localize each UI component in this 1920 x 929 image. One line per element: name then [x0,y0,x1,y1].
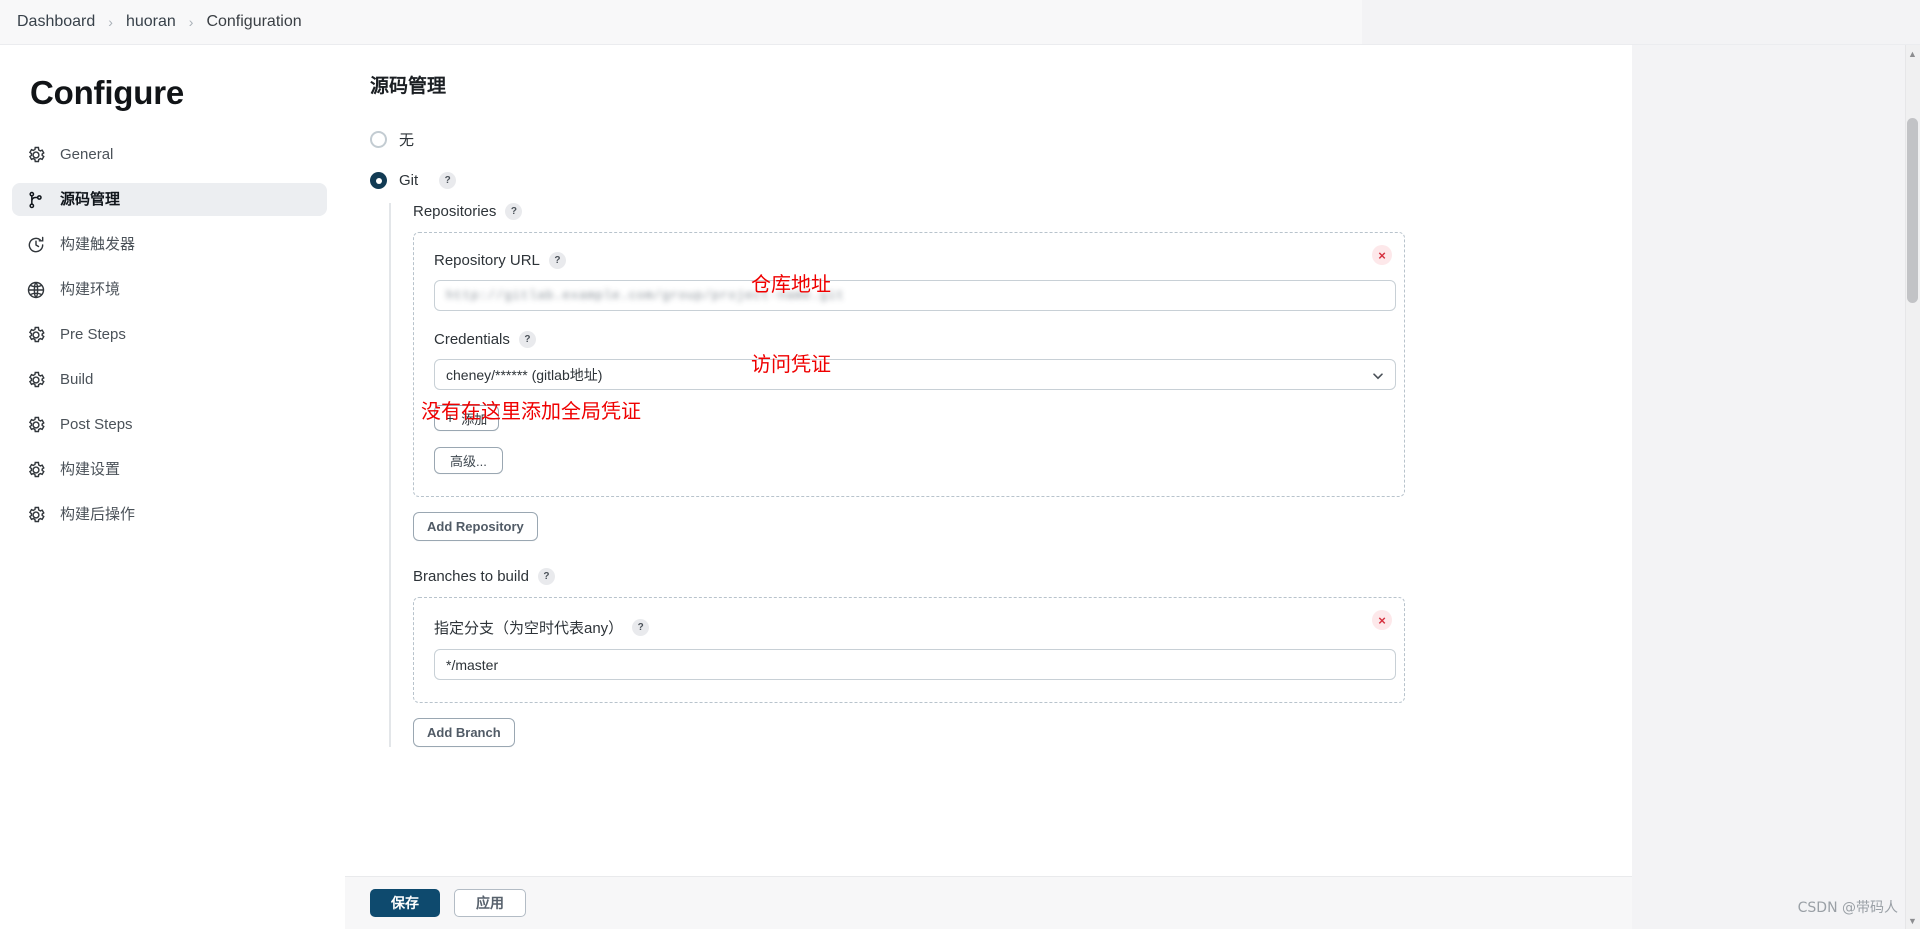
app-window: Dashboard › huoran › Configuration Confi… [0,0,1920,929]
sidebar-item-post-build-actions[interactable]: 构建后操作 [12,498,327,531]
vertical-scrollbar[interactable]: ▲ ▼ [1905,45,1920,929]
remove-repository-button[interactable]: × [1372,245,1392,265]
help-icon-git[interactable]: ? [439,172,457,189]
scrollbar-thumb[interactable] [1907,118,1918,303]
credentials-select-wrap: cheney/****** (gitlab地址) [434,359,1396,390]
breadcrumb-item-huoran[interactable]: huoran [126,13,176,31]
remove-branch-button[interactable]: × [1372,610,1392,630]
git-config-block: Repositories ? × Repository URL ? http:/… [389,203,1414,747]
right-filler-pane [1632,45,1920,929]
sidebar-item-build-triggers[interactable]: 构建触发器 [12,228,327,261]
git-branch-icon [26,190,46,210]
sidebar-item-label: Build [60,371,94,388]
repository-url-input[interactable]: http://gitlab.example.com/group/project-… [434,280,1396,311]
sidebar-item-label: Post Steps [60,416,133,433]
branch-spec-label: 指定分支（为空时代表any） [434,620,624,637]
page-title: Configure [30,74,185,111]
repositories-label: Repositories [413,203,497,220]
repository-url-label-row: Repository URL ? [434,252,1384,269]
sidebar-item-pre-steps[interactable]: Pre Steps [12,318,327,351]
help-icon-repository-url[interactable]: ? [548,252,566,269]
breadcrumb-bar-filler [1362,0,1920,45]
breadcrumb-separator: › [188,14,194,30]
sidebar-item-build[interactable]: Build [12,363,327,396]
credentials-select[interactable]: cheney/****** (gitlab地址) [434,359,1396,390]
sidebar: Configure General 源码管理 构建触发器 构建环境 Pre St… [0,45,345,929]
scm-option-none-label: 无 [399,132,415,149]
scroll-down-icon[interactable]: ▼ [1906,914,1919,927]
branches-label: Branches to build [413,568,529,585]
sidebar-item-build-settings[interactable]: 构建设置 [12,453,327,486]
repositories-label-row: Repositories ? [413,203,1414,220]
help-icon-branches[interactable]: ? [537,568,555,585]
globe-icon [26,280,46,300]
credentials-label: Credentials [434,331,510,348]
gear-icon [26,145,46,165]
sidebar-item-label: 源码管理 [60,191,121,208]
sidebar-item-post-steps[interactable]: Post Steps [12,408,327,441]
breadcrumb-item-dashboard[interactable]: Dashboard [17,13,95,31]
branches-label-row: Branches to build ? [413,568,1414,585]
gear-icon [26,370,46,390]
help-icon-repositories[interactable]: ? [505,203,523,220]
sidebar-item-scm[interactable]: 源码管理 [12,183,327,216]
gear-icon [26,415,46,435]
scm-option-git-label: Git [399,172,419,189]
help-icon-credentials[interactable]: ? [518,331,536,348]
breadcrumb-separator: › [108,14,113,30]
annotation-add-credentials: 没有在这里添加全局凭证 [421,399,641,423]
add-branch-button[interactable]: Add Branch [413,718,515,747]
gear-icon [26,460,46,480]
radio-none[interactable] [370,131,387,148]
apply-button[interactable]: 应用 [454,889,526,917]
sidebar-item-build-environment[interactable]: 构建环境 [12,273,327,306]
radio-git[interactable] [370,172,387,189]
scroll-up-icon[interactable]: ▲ [1906,47,1919,60]
watermark: CSDN @带码人 [1797,900,1898,916]
sidebar-item-general[interactable]: General [12,138,327,171]
credentials-label-row: Credentials ? [434,331,1384,348]
credentials-selected-value: cheney/****** (gitlab地址) [446,366,603,383]
advanced-button[interactable]: 高级... [434,447,503,474]
annotation-credentials: 访问凭证 [751,352,831,376]
help-icon-branch-spec[interactable]: ? [632,619,650,636]
sidebar-nav: General 源码管理 构建触发器 构建环境 Pre Steps Build … [0,138,345,531]
repository-entry: × Repository URL ? http://gitlab.example… [413,232,1405,497]
sidebar-item-label: General [60,146,114,163]
sidebar-item-label: 构建设置 [60,461,121,478]
sidebar-item-label: 构建环境 [60,281,121,298]
add-repository-button[interactable]: Add Repository [413,512,538,541]
sidebar-item-label: 构建触发器 [60,236,136,253]
sidebar-item-label: Pre Steps [60,326,126,343]
gear-icon [26,325,46,345]
sidebar-item-label: 构建后操作 [60,506,136,523]
form-action-bar: 保存 应用 [345,876,1632,929]
branch-spec-label-row: 指定分支（为空时代表any） ? [434,617,1384,638]
branch-spec-input[interactable] [434,649,1396,680]
breadcrumb: Dashboard › huoran › Configuration [0,0,1362,45]
breadcrumb-item-configuration[interactable]: Configuration [206,13,301,31]
annotation-repository-url: 仓库地址 [751,272,831,296]
branch-entry: × 指定分支（为空时代表any） ? [413,597,1405,703]
gear-icon [26,505,46,525]
save-button[interactable]: 保存 [370,889,440,917]
clock-icon [26,235,46,255]
repository-url-label: Repository URL [434,252,540,269]
